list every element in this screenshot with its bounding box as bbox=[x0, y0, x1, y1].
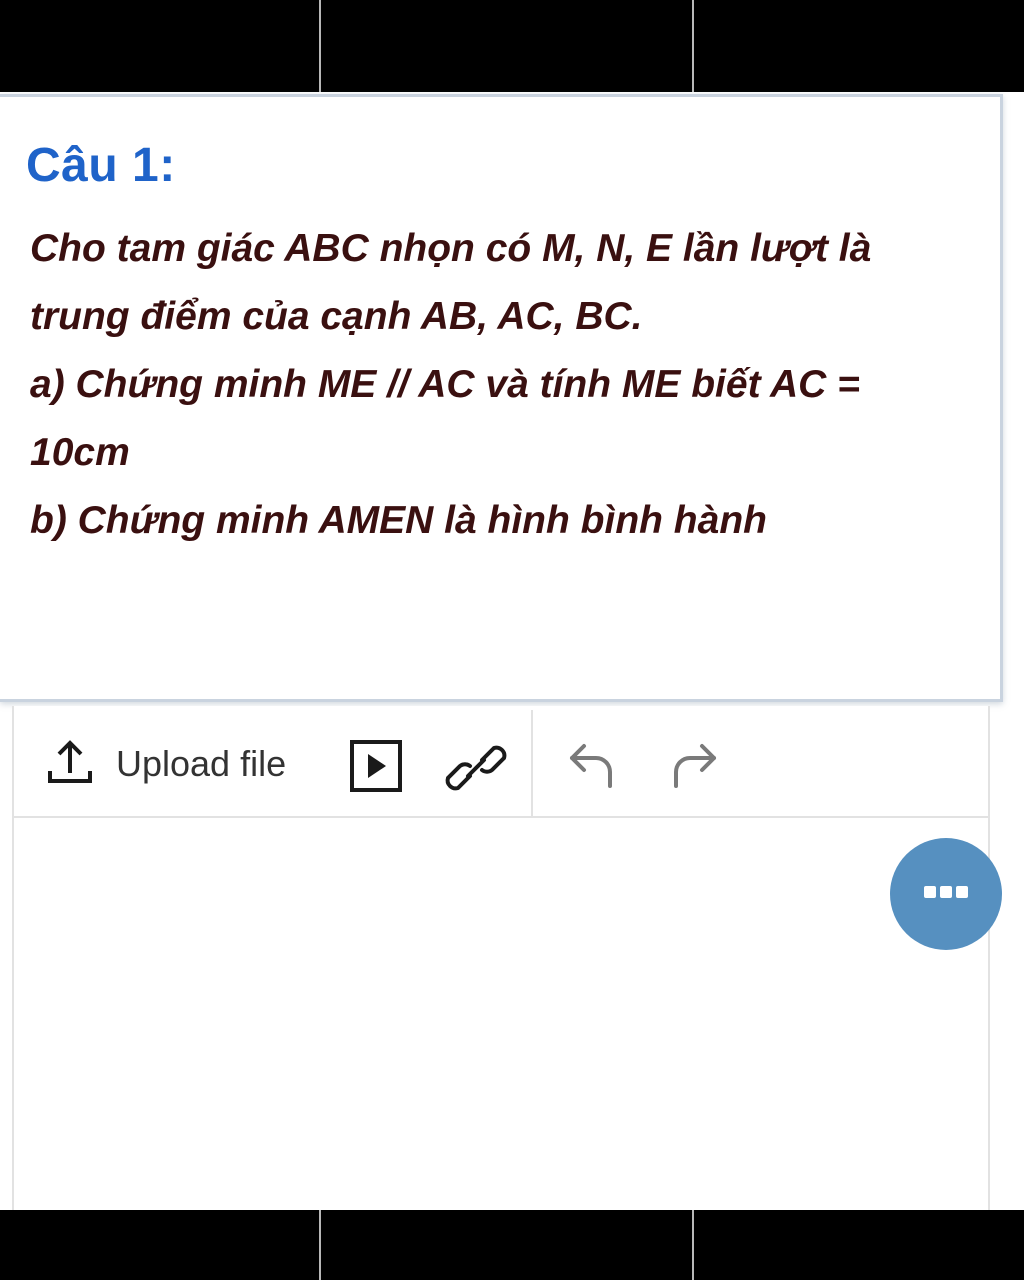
redo-button[interactable] bbox=[668, 740, 720, 797]
question-title: Câu 1: bbox=[26, 139, 176, 192]
insert-video-button[interactable] bbox=[350, 740, 402, 797]
question-line: Cho tam giác ABC nhọn có M, N, E lần lượ… bbox=[30, 227, 872, 270]
screen-guide-line bbox=[692, 1210, 694, 1280]
more-dots-icon bbox=[924, 885, 968, 904]
video-icon bbox=[350, 740, 402, 797]
upload-file-button[interactable]: Upload file bbox=[46, 736, 286, 792]
link-icon bbox=[444, 736, 508, 805]
upload-icon bbox=[46, 737, 116, 792]
redo-icon bbox=[668, 740, 720, 797]
top-black-bar bbox=[0, 0, 1024, 92]
question-body: Cho tam giác ABC nhọn có M, N, E lần lượ… bbox=[30, 215, 990, 555]
more-options-button[interactable] bbox=[890, 838, 1002, 950]
question-line: b) Chứng minh AMEN là hình bình hành bbox=[30, 499, 767, 542]
bottom-black-bar bbox=[0, 1210, 1024, 1280]
toolbar-divider bbox=[531, 710, 533, 816]
upload-file-label: Upload file bbox=[116, 743, 287, 784]
answer-editor[interactable]: Upload file bbox=[12, 706, 990, 1210]
screen-guide-line bbox=[319, 1210, 321, 1280]
undo-button[interactable] bbox=[566, 740, 618, 797]
question-line: trung điểm của cạnh AB, AC, BC. bbox=[30, 295, 643, 338]
screen: Câu 1: Cho tam giác ABC nhọn có M, N, E … bbox=[0, 0, 1024, 1280]
screen-guide-line bbox=[319, 0, 321, 92]
insert-link-button[interactable] bbox=[444, 736, 508, 805]
undo-icon bbox=[566, 740, 618, 797]
screen-guide-line bbox=[692, 0, 694, 92]
question-line: 10cm bbox=[30, 431, 130, 474]
question-line: a) Chứng minh ME // AC và tính ME biết A… bbox=[30, 363, 860, 406]
editor-toolbar: Upload file bbox=[14, 706, 988, 818]
